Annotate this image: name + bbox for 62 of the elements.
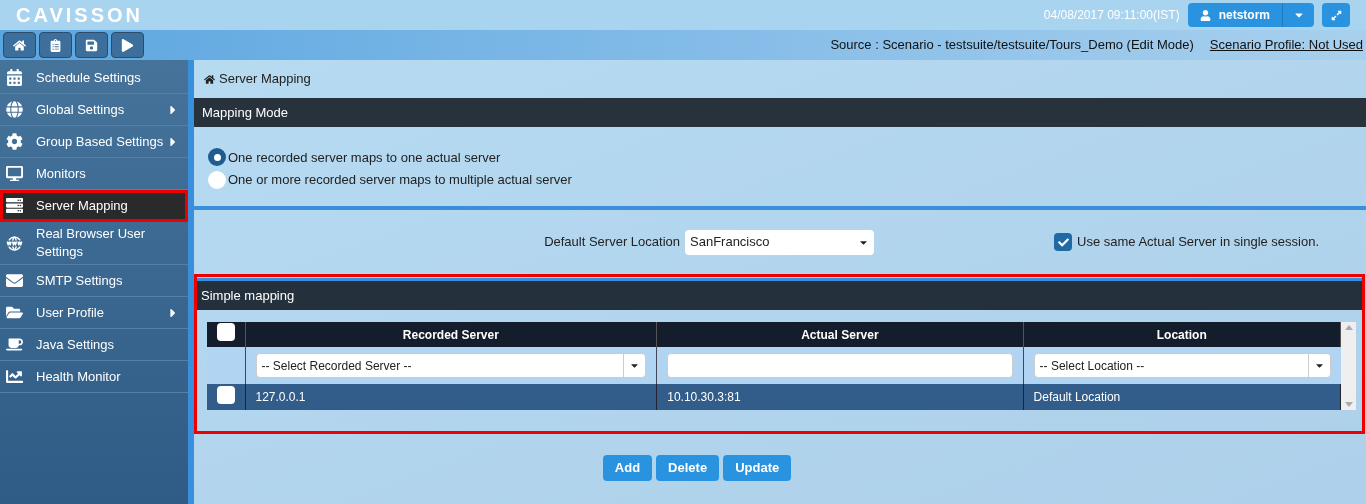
location-select[interactable]: -- Select Location -- xyxy=(1033,353,1331,378)
sidebar-item[interactable]: User Profile xyxy=(0,297,188,329)
table-cell: Default Location xyxy=(1023,384,1341,410)
breadcrumb: Server Mapping xyxy=(219,70,311,89)
sidebar-item[interactable]: SMTP Settings xyxy=(0,265,188,297)
gear-icon xyxy=(6,133,23,150)
sidebar-item[interactable]: Server Mapping xyxy=(0,190,188,222)
sidebar-item[interactable]: Health Monitor xyxy=(0,361,188,393)
checkbox[interactable] xyxy=(216,385,235,404)
datetime: 04/08/2017 09:11:00(IST) xyxy=(1043,7,1180,24)
checkbox[interactable] xyxy=(1054,233,1072,251)
save-button[interactable] xyxy=(75,32,108,58)
expand-icon xyxy=(1330,9,1342,21)
home-icon xyxy=(13,38,26,52)
cup-icon xyxy=(6,336,23,353)
scenario-profile-link[interactable]: Scenario Profile: Not Used xyxy=(1209,35,1363,55)
server-icon xyxy=(6,197,23,214)
sidebar-item[interactable]: Group Based Settings xyxy=(0,126,188,158)
arrow-up-icon xyxy=(1344,325,1353,330)
table-cell: 127.0.0.1 xyxy=(245,384,657,410)
actual-server-input[interactable] xyxy=(667,353,1013,378)
scenario-source: Source : Scenario - testsuite/testsuite/Tours_Demo (Edit Mode) xyxy=(830,36,1194,55)
calendar-icon xyxy=(6,69,23,86)
action-button[interactable]: Update xyxy=(723,455,792,481)
globe-icon xyxy=(6,101,23,118)
clipboard-icon xyxy=(49,38,62,52)
field-label: Default Server Location xyxy=(544,233,680,252)
section-header: Mapping Mode xyxy=(194,98,1366,127)
recorded-server-select[interactable]: -- Select Recorded Server -- xyxy=(255,353,647,378)
radio-button[interactable] xyxy=(208,148,226,167)
home-button[interactable] xyxy=(3,32,36,58)
check-icon xyxy=(1057,236,1069,248)
sidebar-item[interactable]: Global Settings xyxy=(0,94,188,126)
chart-icon xyxy=(6,368,23,385)
radio-label: One or more recorded server maps to multiple actual server xyxy=(228,171,572,189)
home-icon xyxy=(204,73,215,85)
user-button[interactable]: netstorm xyxy=(1187,3,1282,27)
table-cell: 10.10.30.3:81 xyxy=(656,384,1024,410)
monitor-icon xyxy=(6,165,23,182)
expand-button[interactable] xyxy=(1322,3,1350,27)
section-header: Simple mapping xyxy=(197,281,1362,310)
sidebar-item[interactable]: Java Settings xyxy=(0,329,188,361)
folder-icon xyxy=(6,304,23,321)
checkbox[interactable] xyxy=(216,323,235,341)
logo: CAVISSON xyxy=(16,3,143,28)
user-icon xyxy=(1199,9,1211,21)
schedule-button[interactable] xyxy=(39,32,72,58)
globe-icon xyxy=(6,234,23,252)
arrow-down-icon xyxy=(1344,402,1353,407)
radio-label: One recorded server maps to one actual server xyxy=(228,148,501,167)
action-button[interactable]: Delete xyxy=(656,455,720,481)
save-icon xyxy=(85,38,98,52)
envelope-icon xyxy=(6,272,23,289)
sidebar-item[interactable]: Schedule Settings xyxy=(0,62,188,94)
play-icon xyxy=(121,38,134,52)
scrollbar[interactable] xyxy=(1341,322,1356,410)
action-button[interactable]: Add xyxy=(602,455,653,481)
run-button[interactable] xyxy=(111,32,144,58)
location-select[interactable]: SanFrancisco xyxy=(685,229,874,255)
dropdown-button[interactable] xyxy=(1282,3,1314,27)
checkbox-label: Use same Actual Server in single session. xyxy=(1077,233,1320,252)
radio-button[interactable] xyxy=(208,170,226,189)
